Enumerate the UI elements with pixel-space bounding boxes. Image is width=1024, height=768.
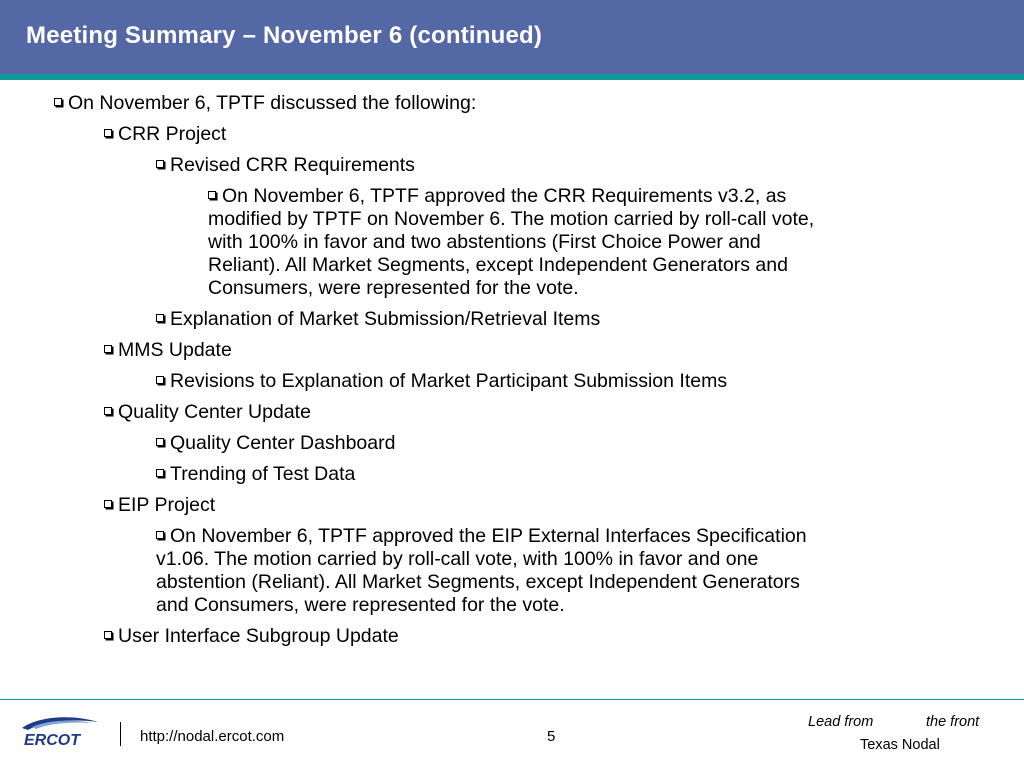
bullet-level-3: On November 6, TPTF approved the EIP Ext… [156,525,807,617]
square-bullet-icon [104,129,112,137]
square-bullet-icon [156,438,164,446]
bullet-level-3: Trending of Test Data [156,463,355,486]
bullet-text: Trending of Test Data [170,463,356,485]
bullet-text: On November 6, TPTF discussed the follow… [68,92,477,114]
square-bullet-icon [156,314,164,322]
bullet-text: CRR Project [118,123,227,145]
bullet-text: Quality Center Dashboard [170,432,396,454]
bullet-text: and Consumers, were represented for the … [156,594,565,616]
tagline-front: the front [926,714,980,730]
bullet-level-3: Revisions to Explanation of Market Parti… [156,370,727,393]
square-bullet-icon [104,500,112,508]
bullet-text: modified by TPTF on November 6. The moti… [208,208,815,230]
bullet-text: Revisions to Explanation of Market Parti… [170,370,728,392]
bullet-text: abstention (Reliant). All Market Segment… [156,571,800,593]
square-bullet-icon [156,376,164,384]
bullet-text: EIP Project [118,494,216,516]
bullet-text: User Interface Subgroup Update [118,625,399,647]
tagline-lead: Lead from [808,714,874,730]
bullet-text: On November 6, TPTF approved the CRR Req… [222,185,787,207]
bullet-level-3: Quality Center Dashboard [156,432,395,455]
square-bullet-icon [104,345,112,353]
page-number: 5 [547,728,556,745]
bullet-level-2: CRR Project [104,123,226,146]
logo-text: ERCOT [24,732,81,749]
bullet-text: with 100% in favor and two abstentions (… [208,231,761,253]
bullet-text: Explanation of Market Submission/Retriev… [170,308,601,330]
square-bullet-icon [156,469,164,477]
bullet-text: Consumers, were represented for the vote… [208,277,579,299]
bullet-text: v1.06. The motion carried by roll-call v… [156,548,759,570]
title-accent-stripe [0,74,1024,80]
ercot-logo: ERCOT [22,717,98,749]
square-bullet-icon [208,191,216,199]
footer-divider [0,699,1024,700]
bullet-level-3: Explanation of Market Submission/Retriev… [156,308,600,331]
bullet-level-2: User Interface Subgroup Update [104,625,399,648]
bullet-level-1: On November 6, TPTF discussed the follow… [54,92,476,115]
bullet-text: Reliant). All Market Segments, except In… [208,254,788,276]
bullet-text: Revised CRR Requirements [170,154,415,176]
tagline-org: Texas Nodal [860,737,940,753]
footer-url[interactable]: http://nodal.ercot.com [140,728,284,745]
square-bullet-icon [156,531,164,539]
square-bullet-icon [104,631,112,639]
bullet-level-2: EIP Project [104,494,215,517]
bullet-level-2: MMS Update [104,339,232,362]
square-bullet-icon [104,407,112,415]
footer-separator [120,722,121,746]
bullet-level-2: Quality Center Update [104,401,311,424]
slide-title: Meeting Summary – November 6 (continued) [26,22,543,49]
bullet-level-4: On November 6, TPTF approved the CRR Req… [208,185,814,300]
bullet-text: On November 6, TPTF approved the EIP Ext… [170,525,807,547]
bullet-level-3: Revised CRR Requirements [156,154,415,177]
logo-swoosh [22,717,98,730]
square-bullet-icon [54,98,62,106]
bullet-text: MMS Update [118,339,232,361]
square-bullet-icon [156,160,164,168]
bullet-text: Quality Center Update [118,401,311,423]
